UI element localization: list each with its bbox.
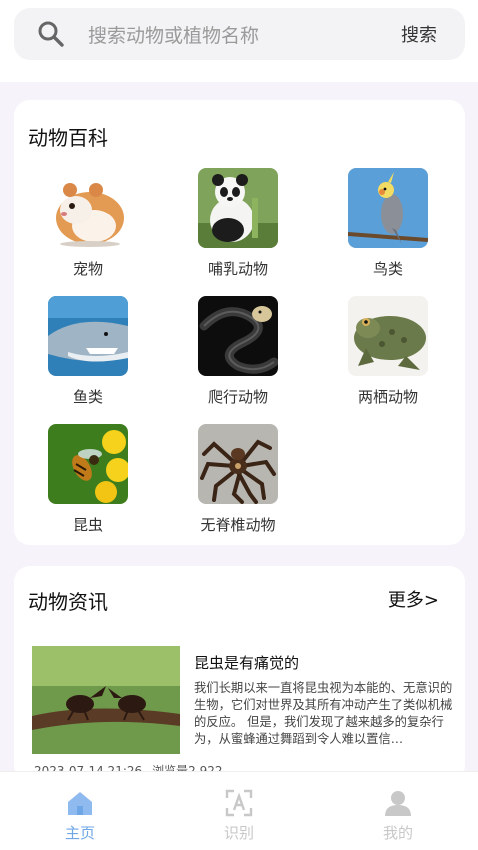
category-label: 爬行动物 (207, 388, 268, 406)
nav-scan[interactable]: 识别 (199, 788, 279, 843)
news-item-title: 昆虫是有痛觉的 (194, 654, 300, 672)
category-amphibians[interactable]: 两栖动物 (328, 296, 448, 407)
search-input[interactable]: 搜索动物或植物名称 (88, 21, 401, 48)
category-pet[interactable]: 宠物 (28, 168, 148, 279)
scan-icon (225, 789, 253, 817)
user-icon (385, 791, 411, 816)
news-item[interactable]: 昆虫是有痛觉的 我们长期以来一直将昆虫视为本能的、无意识的生物，它们对世界及其所… (32, 646, 452, 778)
encyclopedia-title: 动物百科 (28, 126, 108, 150)
category-invertebrates[interactable]: 无脊椎动物 (178, 424, 298, 535)
app-page: 搜索动物或植物名称 搜索 动物百科 宠物 哺乳动物 鸟类 鱼类 爬行动物 两栖动… (0, 0, 478, 850)
search-bar[interactable]: 搜索动物或植物名称 搜索 (14, 8, 465, 60)
tarantula-image (198, 424, 278, 504)
hamster-image (48, 168, 128, 248)
category-insects[interactable]: 昆虫 (28, 424, 148, 535)
search-icon (38, 21, 64, 47)
nav-scan-label: 识别 (223, 824, 254, 842)
bee-image (48, 424, 128, 504)
category-label: 两栖动物 (357, 388, 418, 406)
nav-profile-label: 我的 (382, 824, 413, 842)
news-item-summary: 我们长期以来一直将昆虫视为本能的、无意识的生物，它们对世界及其所有冲动产生了类似… (194, 681, 453, 746)
category-label: 鱼类 (72, 388, 103, 406)
nav-home-label: 主页 (64, 824, 95, 842)
category-reptiles[interactable]: 爬行动物 (178, 296, 298, 407)
news-title: 动物资讯 (28, 590, 108, 614)
category-birds[interactable]: 鸟类 (328, 168, 448, 279)
beetles-image (32, 646, 180, 754)
news-card: 动物资讯 更多> 昆虫是有痛觉的 我们长期以来一直将昆虫视为本能的、无意识的生物… (14, 566, 465, 781)
bottom-nav: 主页 识别 我的 (0, 771, 478, 850)
nav-home[interactable]: 主页 (40, 788, 120, 843)
panda-image (198, 168, 278, 248)
category-mammals[interactable]: 哺乳动物 (178, 168, 298, 279)
cockatiel-image (348, 168, 428, 248)
encyclopedia-card: 动物百科 宠物 哺乳动物 鸟类 鱼类 爬行动物 两栖动物 昆虫 无脊椎动物 (14, 100, 465, 545)
category-label: 宠物 (72, 260, 103, 278)
shark-image (48, 296, 128, 376)
category-label: 昆虫 (72, 516, 103, 534)
nav-profile[interactable]: 我的 (358, 788, 438, 843)
top-search-area: 搜索动物或植物名称 搜索 (0, 0, 478, 82)
category-label: 哺乳动物 (207, 260, 268, 278)
toad-image (348, 296, 428, 376)
home-icon (68, 792, 92, 815)
category-label: 鸟类 (372, 260, 403, 278)
more-link[interactable]: 更多> (388, 586, 439, 612)
category-label: 无脊椎动物 (200, 516, 276, 534)
category-fish[interactable]: 鱼类 (28, 296, 148, 407)
snake-image (198, 296, 278, 376)
search-button[interactable]: 搜索 (401, 21, 437, 47)
